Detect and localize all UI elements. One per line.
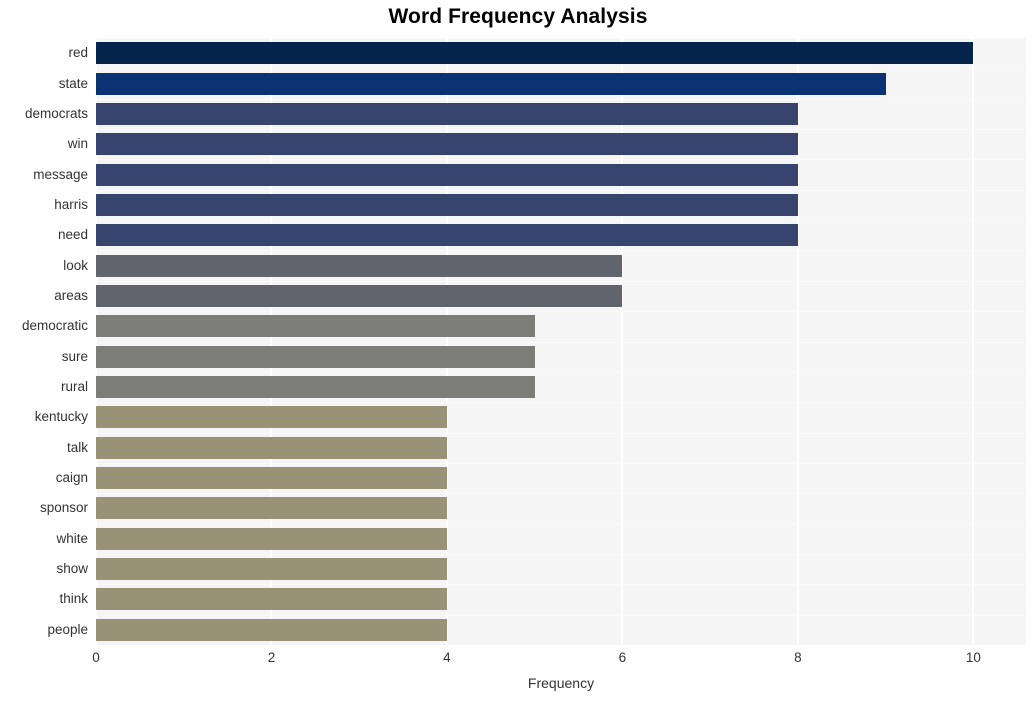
y-tick-label-rural: rural — [60, 379, 88, 395]
gridline-row — [96, 584, 1026, 585]
y-tick-label-harris: harris — [54, 196, 88, 212]
y-tick-label-sure: sure — [61, 348, 88, 364]
bar-democrats — [96, 102, 798, 125]
bar-people — [96, 618, 447, 641]
gridline-row — [96, 38, 1026, 39]
gridline-row — [96, 190, 1026, 191]
bar-sure — [96, 345, 535, 368]
gridline-row — [96, 524, 1026, 525]
bar-need — [96, 224, 798, 247]
y-tick-label-state: state — [58, 75, 88, 91]
y-tick-label-need: need — [57, 227, 88, 243]
gridline-row — [96, 372, 1026, 373]
y-tick-label-show: show — [56, 561, 88, 577]
word-frequency-bar-chart: Word Frequency Analysis red state democrat… — [0, 0, 1036, 701]
y-tick-label-kentucky: kentucky — [34, 409, 88, 425]
gridline-row — [96, 433, 1026, 434]
bar-talk — [96, 436, 447, 459]
bar-state — [96, 72, 886, 95]
x-tick-label-8: 8 — [794, 650, 802, 665]
gridline-row — [96, 68, 1026, 69]
plot-area — [96, 38, 1026, 645]
gridline-row — [96, 463, 1026, 464]
bar-caign — [96, 467, 447, 490]
y-tick-label-talk: talk — [66, 439, 88, 455]
y-tick-label-white: white — [56, 530, 88, 546]
gridline-row — [96, 159, 1026, 160]
gridline-x-8 — [796, 38, 799, 645]
x-tick-label-6: 6 — [618, 650, 627, 665]
bar-democratic — [96, 315, 535, 338]
gridline-row — [96, 402, 1026, 403]
gridline-row — [96, 311, 1026, 312]
x-tick-label-10: 10 — [965, 650, 981, 665]
y-tick-label-red: red — [68, 45, 88, 61]
bar-think — [96, 588, 447, 611]
gridline-x-10 — [972, 38, 975, 645]
gridline-x-6 — [621, 38, 624, 645]
bar-red — [96, 42, 974, 65]
y-tick-label-democratic: democratic — [21, 318, 88, 334]
gridline-row — [96, 129, 1026, 130]
y-tick-label-think: think — [59, 591, 88, 607]
x-axis-tick-labels: 0 2 4 6 8 10 — [92, 650, 1026, 672]
gridline-row — [96, 99, 1026, 100]
y-tick-label-win: win — [67, 136, 88, 152]
y-tick-label-message: message — [33, 166, 88, 182]
x-tick-label-2: 2 — [267, 650, 276, 665]
gridline-row — [96, 554, 1026, 555]
chart-title: Word Frequency Analysis — [388, 5, 648, 28]
x-axis-title: Frequency — [527, 675, 595, 691]
bar-areas — [96, 284, 623, 307]
y-tick-label-democrats: democrats — [24, 105, 88, 121]
gridline-row — [96, 220, 1026, 221]
gridline-row — [96, 493, 1026, 494]
bar-rural — [96, 376, 535, 399]
y-tick-label-sponsor: sponsor — [39, 500, 88, 516]
x-tick-label-0: 0 — [92, 650, 100, 665]
y-tick-label-areas: areas — [54, 287, 88, 303]
bar-harris — [96, 193, 798, 216]
y-tick-label-caign: caign — [55, 470, 88, 486]
gridline-row — [96, 615, 1026, 616]
bar-message — [96, 163, 798, 186]
bar-sponsor — [96, 497, 447, 520]
y-tick-label-people: people — [47, 621, 88, 637]
gridline-x-0 — [96, 38, 97, 645]
gridline-x-2 — [270, 38, 273, 645]
y-axis-tick-labels: red state democrats win message harris need loo… — [0, 38, 88, 645]
gridline-row — [96, 281, 1026, 282]
gridline-x-4 — [445, 38, 448, 645]
bar-kentucky — [96, 406, 447, 429]
y-tick-label-look: look — [63, 257, 88, 273]
bar-show — [96, 558, 447, 581]
gridline-row — [96, 250, 1026, 251]
bar-white — [96, 527, 447, 550]
bar-win — [96, 133, 798, 156]
x-tick-label-4: 4 — [443, 650, 451, 665]
bar-look — [96, 254, 623, 277]
gridline-row — [96, 342, 1026, 343]
